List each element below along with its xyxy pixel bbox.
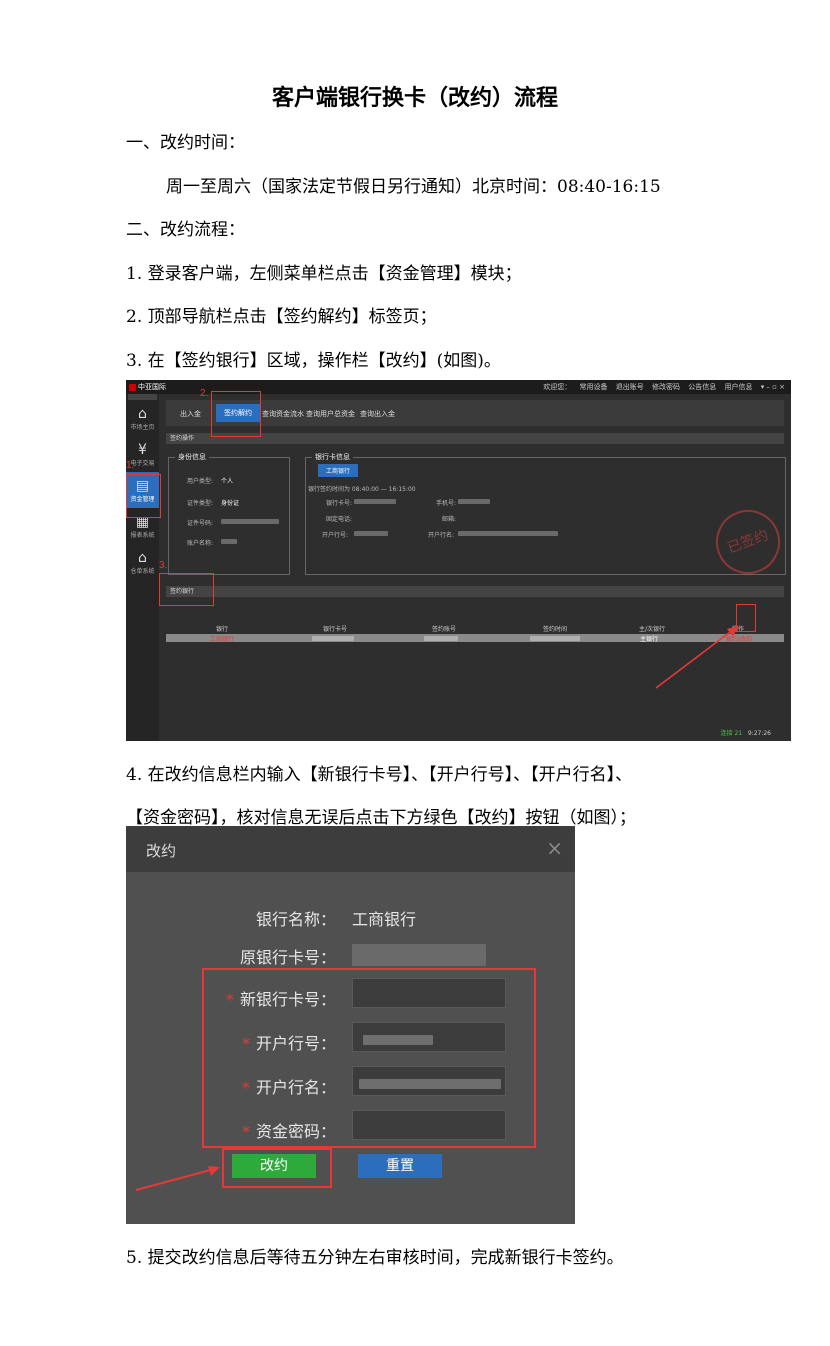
step-5: 5. 提交改约信息后等待五分钟左右审核时间，完成新银行卡签约。 [126,1248,624,1268]
rebind-dialog-screenshot: 改约 × 银行名称： 工商银行 原银行卡号： * 新银行卡号： * 开户行号： * 开… [126,826,575,1224]
time-detail: 周一至周六（国家法定节假日另行通知）北京时间：08:40-16:15 [166,177,661,197]
annotation-arrow [135,1166,220,1191]
step-2: 2. 顶部导航栏点击【签约解约】标签页； [126,307,437,327]
flow-heading: 二、改约流程： [126,220,245,240]
client-screenshot: 中亚国际 欢迎您： 常用设备 退出账号 修改密码 公告信息 用户信息 ▾ – ▫… [126,380,791,741]
step-3: 3. 在【签约银行】区域，操作栏【改约】(如图)。 [126,351,501,371]
time-heading: 一、改约时间： [126,133,245,153]
step-4-line1: 4. 在改约信息栏内输入【新银行卡号】、【开户行号】、【开户行名】、 [126,765,633,785]
annotation-arrow [655,625,739,689]
step-1: 1. 登录客户端，左侧菜单栏点击【资金管理】模块； [126,264,522,284]
page-title: 客户端银行换卡（改约）流程 [271,85,558,111]
step-4-line2: 【资金密码】，核对信息无误后点击下方绿色【改约】按钮（如图）； [126,808,636,828]
